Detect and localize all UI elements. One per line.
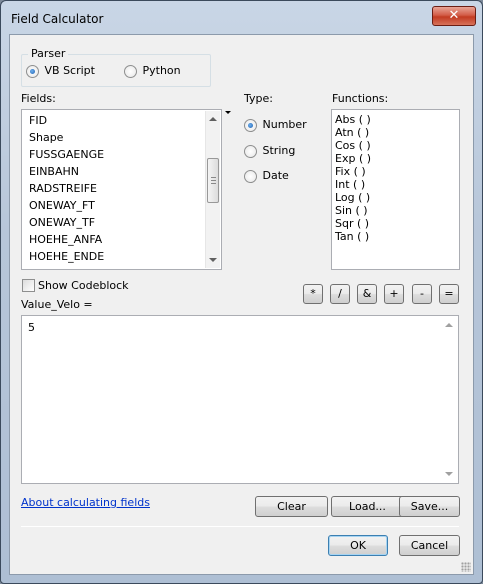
scroll-up-icon[interactable] (445, 323, 453, 327)
type-option-label: Date (262, 169, 289, 182)
fields-label: Fields: (21, 92, 56, 105)
radio-python[interactable] (124, 64, 137, 78)
radio-number[interactable] (244, 118, 257, 132)
fields-list[interactable]: FID Shape FUSSGAENGE EINBAHN RADSTREIFE … (21, 109, 222, 270)
type-option-label: String (262, 144, 296, 157)
list-item[interactable]: Exp ( ) (335, 152, 371, 165)
operator-concat-button[interactable]: & (357, 284, 377, 304)
list-item[interactable]: Atn ( ) (335, 126, 369, 139)
list-item[interactable]: FID (29, 114, 47, 127)
type-option-date[interactable]: Date (244, 169, 289, 183)
show-codeblock-label: Show Codeblock (38, 279, 129, 292)
cancel-button[interactable]: Cancel (399, 535, 460, 556)
expression-label: Value_Velo = (21, 298, 93, 311)
parser-option-label: VB Script (44, 64, 95, 77)
sort-down-icon[interactable] (225, 111, 231, 114)
ok-button[interactable]: OK (328, 535, 388, 556)
scroll-down-icon[interactable] (209, 258, 217, 262)
expression-scrollbar[interactable] (442, 317, 457, 482)
save-button[interactable]: Save... (399, 496, 460, 517)
operator-minus-button[interactable]: - (412, 284, 432, 304)
divider (21, 526, 459, 527)
radio-date[interactable] (244, 169, 257, 183)
type-option-number[interactable]: Number (244, 118, 307, 132)
scroll-down-icon[interactable] (445, 472, 453, 476)
list-item[interactable]: Tan ( ) (335, 230, 369, 243)
clear-button[interactable]: Clear (255, 496, 328, 517)
parser-option-vbscript[interactable]: VB Script (26, 64, 95, 78)
list-item[interactable]: FUSSGAENGE (29, 148, 104, 161)
parser-option-label: Python (142, 64, 181, 77)
close-button[interactable]: ✕ (432, 6, 476, 26)
operator-equals-button[interactable]: = (439, 284, 459, 304)
dialog-body: Parser VB Script Python Fields: FID Shap… (9, 34, 474, 575)
radio-vbscript[interactable] (26, 64, 39, 78)
parser-option-python[interactable]: Python (124, 64, 181, 78)
parser-group-label: Parser (28, 47, 69, 60)
title-bar[interactable]: Field Calculator ✕ (1, 1, 482, 35)
load-button[interactable]: Load... (331, 496, 404, 517)
resize-grip-icon[interactable] (461, 562, 471, 572)
scroll-thumb[interactable] (207, 158, 219, 203)
operator-multiply-button[interactable]: * (303, 284, 323, 304)
operator-plus-button[interactable]: + (384, 284, 404, 304)
list-item[interactable]: ONEWAY_FT (29, 199, 95, 212)
list-item[interactable]: ONEWAY_TF (29, 216, 95, 229)
show-codeblock-checkbox[interactable] (22, 279, 35, 292)
list-item[interactable]: Log ( ) (335, 191, 370, 204)
functions-label: Functions: (332, 92, 389, 105)
list-item[interactable]: EINBAHN (29, 165, 79, 178)
list-item[interactable]: HOEHE_ENDE (29, 250, 104, 263)
list-item[interactable]: Fix ( ) (335, 165, 366, 178)
list-item[interactable]: RADSTREIFE (29, 182, 97, 195)
list-item[interactable]: Cos ( ) (335, 139, 371, 152)
list-item[interactable]: Shape (29, 131, 63, 144)
window-title: Field Calculator (11, 12, 104, 26)
fields-scrollbar[interactable] (205, 111, 220, 268)
type-option-label: Number (262, 118, 307, 131)
list-item[interactable]: Int ( ) (335, 178, 365, 191)
expression-textarea[interactable]: 5 (21, 315, 459, 484)
functions-list[interactable]: Abs ( ) Atn ( ) Cos ( ) Exp ( ) Fix ( ) … (331, 109, 460, 270)
operator-divide-button[interactable]: / (330, 284, 350, 304)
close-icon: ✕ (448, 8, 460, 23)
field-calculator-window: Field Calculator ✕ Parser VB Script Pyth… (0, 0, 483, 584)
expression-value: 5 (28, 321, 35, 334)
scroll-up-icon[interactable] (209, 117, 217, 121)
type-option-string[interactable]: String (244, 144, 295, 158)
type-label: Type: (244, 92, 273, 105)
list-item[interactable]: Sqr ( ) (335, 217, 369, 230)
radio-string[interactable] (244, 144, 257, 158)
list-item[interactable]: Sin ( ) (335, 204, 368, 217)
about-calculating-fields-link[interactable]: About calculating fields (21, 496, 150, 509)
list-item[interactable]: Abs ( ) (335, 113, 371, 126)
list-item[interactable]: HOEHE_ANFA (29, 233, 102, 246)
